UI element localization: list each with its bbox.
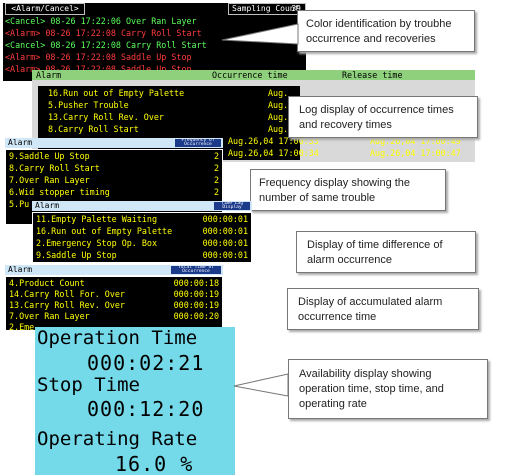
- occurrence-log-header: Alarm Occurrence time Release time: [32, 70, 475, 80]
- availability-panel: Operation Time 000:02:21 Stop Time 000:1…: [35, 327, 235, 476]
- total-time-title: Alarm: [8, 265, 33, 274]
- frequency-row-label: 6.Wid stopper timing: [9, 187, 110, 197]
- total_time-row-label: 7.Over Ran Layer: [9, 311, 90, 321]
- time_lag-row-value: 000:00:01: [202, 226, 248, 236]
- time-lag-title: Alarm: [35, 201, 60, 210]
- operating-rate-label: Operating Rate: [37, 428, 198, 450]
- callout-availability: Availability display showing operation t…: [288, 359, 488, 419]
- occurrence-alarm-name: 5.Pusher Trouble: [48, 100, 129, 110]
- frequency-title: Alarm: [8, 138, 33, 147]
- occurrence-time: Aug.: [268, 124, 289, 134]
- callout-text: Color identification by troubhe occurren…: [306, 18, 452, 45]
- total-time-badge: Total Time of Occurrence: [171, 266, 221, 274]
- alarm-log-line: <Cancel> 08-26 17:22:06 Over Ran Layer: [5, 16, 197, 26]
- occurrence-time: Aug.: [268, 88, 289, 98]
- frequency-row-value: 2: [213, 163, 219, 173]
- time-lag-title-bar: Alarm Time Lag Display: [32, 201, 252, 211]
- total-time-title-bar: Alarm Total Time of Occurrence: [5, 265, 223, 275]
- frequency-row-label: 5.Pu: [9, 199, 30, 209]
- release-time: Aug.26,04 17:00:47: [370, 148, 461, 158]
- occurrence-alarm-name: 16.Run out of Empty Palette: [48, 88, 185, 98]
- col-alarm: Alarm: [36, 70, 62, 80]
- occurrence-time: Aug.26,04 17:00:34: [228, 148, 319, 158]
- col-release-time: Release time: [342, 70, 403, 80]
- callout-text: Display of accumulated alarm occurrence …: [298, 296, 443, 323]
- frequency-title-bar: Alarm Frequency of Occurrence: [5, 138, 223, 148]
- callout-accumulated-time: Display of accumulated alarm occurrence …: [287, 288, 479, 330]
- total_time-row-label: 4.Product Count: [9, 278, 85, 288]
- total_time-row-label: 14.Carry Roll For. Over: [9, 289, 125, 299]
- time_lag-row-label: 16.Run out of Empty Palette: [36, 226, 173, 236]
- callout-pointer-1: [221, 23, 299, 45]
- time-lag-panel: Alarm Time Lag Display 11.Empty Palette …: [32, 201, 252, 263]
- total_time-row-value: 000:00:20: [173, 311, 219, 321]
- operating-rate-value: 16.0 %: [115, 452, 194, 476]
- total-time-panel: Alarm Total Time of Occurrence 4.Product…: [5, 265, 223, 332]
- time_lag-row-label: 9.Saddle Up Stop: [36, 250, 117, 260]
- occurrence-time: Aug.: [268, 100, 289, 110]
- occurrence-alarm-name: 8.Carry Roll Start: [48, 124, 139, 134]
- total_time-row-label: 2.Eme: [9, 322, 35, 332]
- stop-time-label: Stop Time: [37, 374, 140, 396]
- callout-text: Display of time difference of alarm occu…: [307, 239, 443, 266]
- stop-time-value: 000:12:20: [87, 397, 205, 421]
- callout-text: Frequency display showing the number of …: [259, 177, 411, 204]
- occurrence-alarm-name: 13.Carry Roll Rev. Over: [48, 112, 164, 122]
- alarm-log-line: <Alarm> 08-26 17:22:08 Carry Roll Start: [5, 28, 202, 38]
- total_time-row-value: 000:00:19: [173, 289, 219, 299]
- occurrence-time: Aug.: [268, 112, 289, 122]
- frequency-row-value: 2: [213, 175, 219, 185]
- time_lag-row-value: 000:00:01: [202, 250, 248, 260]
- alarm-log-line: <Cancel> 08-26 17:22:08 Carry Roll Start: [5, 40, 207, 50]
- operation-time-label: Operation Time: [37, 327, 198, 349]
- callout-pointer-6: [233, 373, 289, 397]
- callout-text: Log display of occurrence times and reco…: [299, 104, 454, 131]
- frequency-row-label: 7.Over Ran Layer: [9, 175, 90, 185]
- frequency-row-label: 8.Carry Roll Start: [9, 163, 100, 173]
- time_lag-row-value: 000:00:01: [202, 214, 248, 224]
- total_time-row-label: 13.Carry Roll Rev. Over: [9, 300, 125, 310]
- total_time-row-value: 000:00:18: [173, 278, 219, 288]
- sampling-count-label: Sampling Count: [232, 4, 300, 13]
- time_lag-row-value: 000:00:01: [202, 238, 248, 248]
- total_time-row-value: 000:00:19: [173, 300, 219, 310]
- alarm-cancel-tab[interactable]: <Alarm/Cancel>: [5, 3, 85, 15]
- alarm-log-line: <Alarm> 08-26 17:22:08 Saddle Up Stop: [5, 52, 192, 62]
- callout-time-difference: Display of time difference of alarm occu…: [296, 231, 476, 273]
- time_lag-row-label: 2.Emergency Stop Op. Box: [36, 238, 158, 248]
- frequency-badge: Frequency of Occurrence: [175, 139, 221, 147]
- callout-log-display: Log display of occurrence times and reco…: [288, 96, 478, 138]
- callout-color-identification: Color identification by troubhe occurren…: [297, 10, 475, 52]
- time-lag-badge: Time Lag Display: [214, 202, 250, 210]
- frequency-row-value: 2: [213, 151, 219, 161]
- time_lag-row-label: 11.Empty Palette Waiting: [36, 214, 158, 224]
- frequency-row-value: 2: [213, 187, 219, 197]
- callout-text: Availability display showing operation t…: [299, 368, 444, 410]
- operation-time-value: 000:02:21: [87, 351, 205, 375]
- callout-frequency: Frequency display showing the number of …: [250, 169, 446, 211]
- sampling-count: Sampling Count 39: [228, 3, 306, 15]
- col-occurrence-time: Occurrence time: [212, 70, 288, 80]
- frequency-row-label: 9.Saddle Up Stop: [9, 151, 90, 161]
